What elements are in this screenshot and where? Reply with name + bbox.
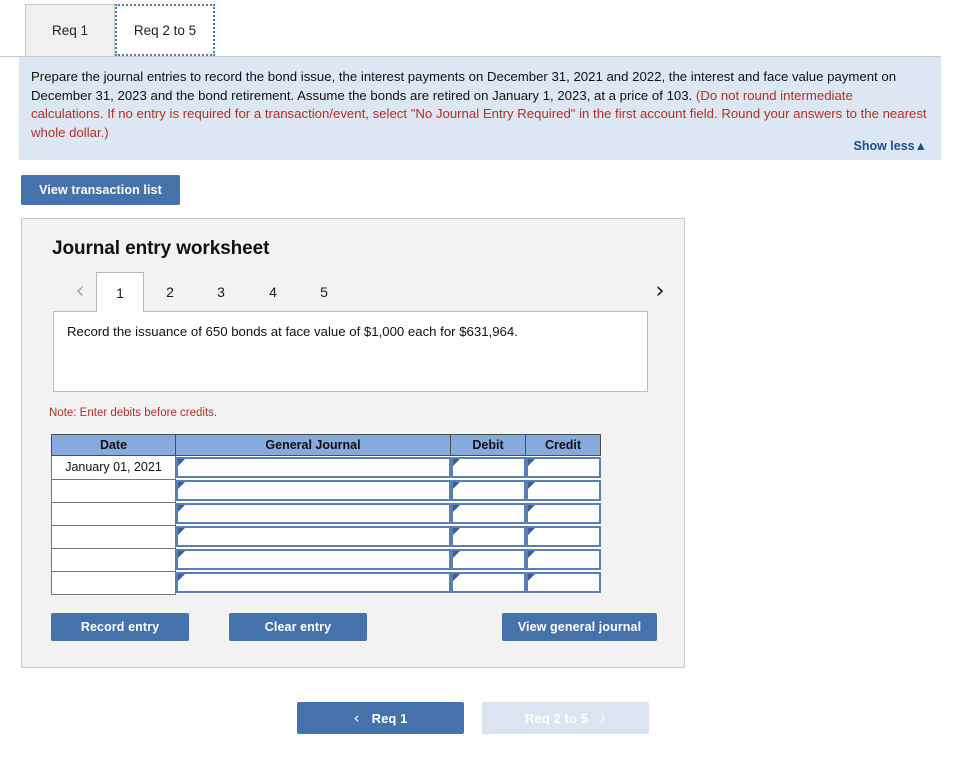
table-row <box>51 524 601 549</box>
credit-input-5[interactable] <box>525 549 601 570</box>
cell-date-6 <box>51 570 176 595</box>
journal-entry-worksheet-card: Journal entry worksheet ‹ 1 2 3 4 5 › Re… <box>21 218 685 668</box>
tab-req-2-to-5[interactable]: Req 2 to 5 <box>115 4 215 56</box>
cell-general-journal-6[interactable] <box>175 571 451 594</box>
cell-date-1: January 01, 2021 <box>51 455 176 480</box>
view-general-journal-label: View general journal <box>517 620 642 634</box>
cell-date-4 <box>51 524 176 549</box>
view-transaction-list-label: View transaction list <box>39 183 162 197</box>
table-row <box>51 478 601 503</box>
pagination-next-icon[interactable]: › <box>646 276 674 306</box>
prev-requirement-label: Req 1 <box>371 710 408 726</box>
pagination-page-3[interactable]: 3 <box>197 272 245 311</box>
cell-debit-4[interactable] <box>450 525 526 548</box>
chevron-right-icon: › <box>600 709 607 727</box>
pagination-prev-icon[interactable]: ‹ <box>66 276 94 306</box>
record-entry-button[interactable]: Record entry <box>51 613 189 641</box>
pagination-page-2[interactable]: 2 <box>146 272 194 311</box>
clear-entry-button[interactable]: Clear entry <box>229 613 367 641</box>
cell-credit-5[interactable] <box>525 548 601 571</box>
prev-requirement-button[interactable]: ‹ Req 1 <box>297 702 464 734</box>
credit-input-3[interactable] <box>525 503 601 524</box>
transaction-description-box: Record the issuance of 650 bonds at face… <box>53 311 648 392</box>
requirement-tabs: Req 1 Req 2 to 5 <box>0 0 941 57</box>
tab-req-1-label: Req 1 <box>51 23 89 38</box>
transaction-description-text: Record the issuance of 650 bonds at face… <box>67 324 518 339</box>
debit-input-1[interactable] <box>450 457 526 478</box>
account-select-6[interactable] <box>176 572 451 593</box>
view-general-journal-button[interactable]: View general journal <box>502 613 657 641</box>
cell-general-journal-3[interactable] <box>175 502 451 525</box>
table-row <box>51 547 601 572</box>
cell-credit-6[interactable] <box>525 571 601 594</box>
cell-date-2 <box>51 478 176 503</box>
record-entry-label: Record entry <box>80 620 160 634</box>
journal-entry-table: Date General Journal Debit Credit Januar… <box>51 434 601 595</box>
show-less-toggle[interactable]: Show less▲ <box>853 139 927 153</box>
cell-general-journal-1[interactable] <box>175 455 451 479</box>
credit-input-4[interactable] <box>525 526 601 547</box>
tab-req-1[interactable]: Req 1 <box>25 4 115 56</box>
clear-entry-label: Clear entry <box>264 620 332 634</box>
table-row <box>51 570 601 595</box>
pagination-page-4[interactable]: 4 <box>249 272 297 311</box>
pagination-page-1[interactable]: 1 <box>96 272 144 312</box>
cell-general-journal-5[interactable] <box>175 548 451 571</box>
cell-debit-1[interactable] <box>450 455 526 479</box>
column-header-credit: Credit <box>525 434 601 456</box>
cell-credit-1[interactable] <box>525 455 601 479</box>
credit-input-2[interactable] <box>525 480 601 501</box>
column-header-date: Date <box>51 434 176 456</box>
table-row <box>51 501 601 526</box>
cell-date-3 <box>51 501 176 526</box>
cell-credit-4[interactable] <box>525 525 601 548</box>
debit-input-3[interactable] <box>450 503 526 524</box>
account-select-2[interactable] <box>176 480 451 501</box>
debit-input-6[interactable] <box>450 572 526 593</box>
cell-credit-2[interactable] <box>525 479 601 502</box>
pagination-page-5[interactable]: 5 <box>300 272 348 311</box>
cell-debit-6[interactable] <box>450 571 526 594</box>
worksheet-pagination: ‹ 1 2 3 4 5 › <box>22 272 686 312</box>
table-header-row: Date General Journal Debit Credit <box>51 434 601 456</box>
column-header-debit: Debit <box>450 434 526 456</box>
page-title: Journal entry worksheet <box>52 238 270 259</box>
show-less-label: Show less <box>853 139 915 153</box>
cell-credit-3[interactable] <box>525 502 601 525</box>
credit-input-1[interactable] <box>525 457 601 478</box>
caret-up-icon: ▲ <box>914 139 927 153</box>
view-transaction-list-button[interactable]: View transaction list <box>21 175 180 205</box>
instructions-text: Prepare the journal entries to record th… <box>31 68 929 142</box>
credit-input-6[interactable] <box>525 572 601 593</box>
cell-debit-2[interactable] <box>450 479 526 502</box>
debit-input-5[interactable] <box>450 549 526 570</box>
debits-before-credits-note: Note: Enter debits before credits. <box>49 407 218 419</box>
cell-debit-3[interactable] <box>450 502 526 525</box>
instructions-panel: Prepare the journal entries to record th… <box>19 57 941 160</box>
next-requirement-label: Req 2 to 5 <box>524 710 588 726</box>
debit-input-2[interactable] <box>450 480 526 501</box>
cell-date-5 <box>51 547 176 572</box>
debit-input-4[interactable] <box>450 526 526 547</box>
cell-debit-5[interactable] <box>450 548 526 571</box>
requirement-navigation: ‹ Req 1 Req 2 to 5 › <box>0 702 974 734</box>
column-header-general-journal: General Journal <box>175 434 451 456</box>
cell-general-journal-2[interactable] <box>175 479 451 502</box>
account-select-5[interactable] <box>176 549 451 570</box>
cell-general-journal-4[interactable] <box>175 525 451 548</box>
account-select-3[interactable] <box>176 503 451 524</box>
account-select-1[interactable] <box>176 457 451 478</box>
next-requirement-button: Req 2 to 5 › <box>482 702 649 734</box>
tab-req-2-to-5-label: Req 2 to 5 <box>133 22 197 38</box>
table-row: January 01, 2021 <box>51 455 601 480</box>
account-select-4[interactable] <box>176 526 451 547</box>
chevron-left-icon: ‹ <box>353 709 360 727</box>
